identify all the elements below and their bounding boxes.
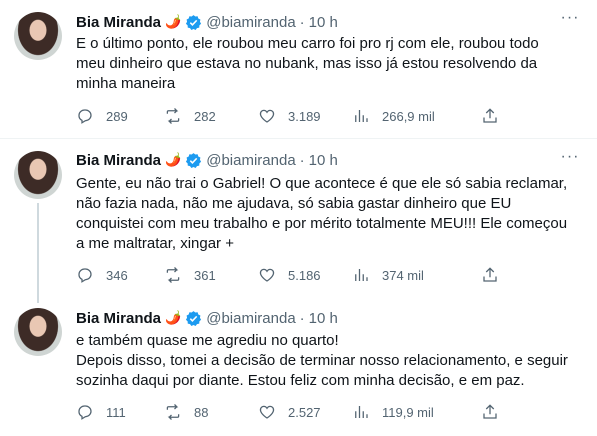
share-icon	[483, 108, 497, 123]
action-bar: 111 88 2.527 119,9 mil	[76, 403, 516, 423]
tweet-3[interactable]: Bia Miranda 🌶️ @biamiranda · 10 h e tamb…	[0, 297, 597, 436]
tweet-header: Bia Miranda 🌶️ @biamiranda · 10 h	[76, 12, 338, 32]
verified-badge-icon	[186, 14, 202, 30]
author-handle[interactable]: @biamiranda	[206, 152, 295, 169]
avatar[interactable]	[14, 151, 62, 199]
tweet-text-line: e também quase me agrediu no quarto!	[76, 332, 339, 349]
thread-connector	[37, 203, 39, 303]
retweet-count: 88	[194, 404, 209, 420]
chili-pepper-emoji: 🌶️	[165, 14, 182, 29]
share-button[interactable]	[481, 403, 499, 421]
retweet-icon	[166, 108, 180, 124]
tweet-text: E o último ponto, ele roubou meu carro f…	[76, 34, 584, 94]
views-count: 266,9 mil	[382, 108, 435, 124]
author-name[interactable]: Bia Miranda	[76, 14, 161, 31]
action-bar: 289 282 3.189 266,9 mil	[76, 107, 516, 127]
verified-badge-icon	[186, 152, 202, 168]
verified-badge-icon	[186, 310, 202, 326]
retweet-icon	[166, 404, 180, 420]
tweet-header: Bia Miranda 🌶️ @biamiranda · 10 h	[76, 308, 338, 328]
timestamp[interactable]: 10 h	[309, 14, 338, 31]
avatar[interactable]	[14, 12, 62, 60]
views-button[interactable]: 374 mil	[352, 266, 424, 284]
more-options-icon[interactable]: ···	[559, 10, 581, 32]
like-count: 5.186	[288, 267, 321, 283]
separator-dot: ·	[299, 309, 305, 327]
like-button[interactable]: 5.186	[258, 266, 321, 284]
timestamp[interactable]: 10 h	[309, 152, 338, 169]
share-icon	[483, 404, 497, 419]
author-name[interactable]: Bia Miranda	[76, 152, 161, 169]
reply-icon	[78, 268, 92, 283]
like-count: 3.189	[288, 108, 321, 124]
views-count: 374 mil	[382, 267, 424, 283]
share-button[interactable]	[481, 266, 499, 284]
author-handle[interactable]: @biamiranda	[206, 310, 295, 327]
like-count: 2.527	[288, 404, 321, 420]
retweet-count: 282	[194, 108, 216, 124]
retweet-button[interactable]: 282	[164, 107, 216, 125]
tweet-text-line: meu dinheiro que estava no nubank, mas i…	[76, 55, 538, 72]
reply-button[interactable]: 346	[76, 266, 128, 284]
views-button[interactable]: 266,9 mil	[352, 107, 435, 125]
tweet-1[interactable]: Bia Miranda 🌶️ @biamiranda · 10 h ··· E …	[0, 0, 597, 136]
tweet-2[interactable]: Bia Miranda 🌶️ @biamiranda · 10 h ··· Ge…	[0, 139, 597, 303]
reply-button[interactable]: 289	[76, 107, 128, 125]
avatar[interactable]	[14, 308, 62, 356]
tweet-text-line: Gente, eu não trai o Gabriel! O que acon…	[76, 175, 568, 192]
tweet-text-line: a me maltratar, xingar +	[76, 235, 234, 252]
retweet-count: 361	[194, 267, 216, 283]
share-icon	[483, 267, 497, 282]
share-button[interactable]	[481, 107, 499, 125]
heart-icon	[259, 109, 275, 123]
heart-icon	[259, 405, 275, 419]
tweet-text-line: conquistei com meu trabalho e por mérito…	[76, 215, 568, 232]
action-bar: 346 361 5.186 374 mil	[76, 266, 516, 286]
author-name[interactable]: Bia Miranda	[76, 310, 161, 327]
bar-chart-icon	[355, 406, 368, 418]
tweet-header: Bia Miranda 🌶️ @biamiranda · 10 h	[76, 150, 338, 170]
reply-icon	[78, 109, 92, 124]
tweet-text: Gente, eu não trai o Gabriel! O que acon…	[76, 174, 584, 254]
reply-count: 289	[106, 108, 128, 124]
timestamp[interactable]: 10 h	[309, 310, 338, 327]
bar-chart-icon	[355, 110, 368, 122]
heart-icon	[259, 268, 275, 282]
separator-dot: ·	[299, 13, 305, 31]
more-options-icon[interactable]: ···	[559, 149, 581, 171]
reply-count: 111	[106, 404, 126, 420]
views-button[interactable]: 119,9 mil	[352, 403, 434, 421]
retweet-button[interactable]: 88	[164, 403, 208, 421]
retweet-button[interactable]: 361	[164, 266, 216, 284]
tweet-text: e também quase me agrediu no quarto! Dep…	[76, 331, 584, 391]
tweet-text-line: não fazia nada, não me ajudava, só sabia…	[76, 195, 512, 212]
chili-pepper-emoji: 🌶️	[165, 310, 182, 325]
like-button[interactable]: 3.189	[258, 107, 321, 125]
reply-count: 346	[106, 267, 128, 283]
tweet-text-line: Depois disso, tomei a decisão de termina…	[76, 352, 568, 369]
views-count: 119,9 mil	[382, 404, 434, 420]
chili-pepper-emoji: 🌶️	[165, 152, 182, 167]
reply-icon	[78, 405, 92, 420]
tweet-text-line: sozinha daqui por diante. Estou feliz co…	[76, 372, 525, 389]
bar-chart-icon	[355, 269, 368, 281]
tweet-text-line: minha maneira	[76, 75, 176, 92]
like-button[interactable]: 2.527	[258, 403, 321, 421]
tweet-text-line: E o último ponto, ele roubou meu carro f…	[76, 35, 539, 52]
reply-button[interactable]: 111	[76, 403, 126, 421]
retweet-icon	[166, 267, 180, 283]
author-handle[interactable]: @biamiranda	[206, 14, 295, 31]
separator-dot: ·	[299, 151, 305, 169]
